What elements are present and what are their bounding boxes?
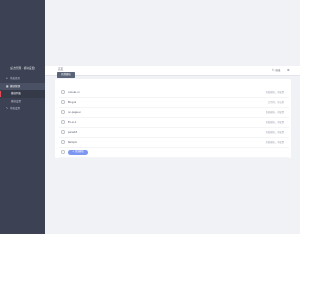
gear-icon[interactable]: ⚙ [287, 66, 290, 74]
sidebar-item-label: 模块设置 [11, 99, 22, 103]
logout-label: 退出 [275, 69, 281, 72]
module-name: Bing.ai [68, 101, 77, 104]
module-status: 系统模块，可配置 [265, 131, 284, 134]
radio-button[interactable] [61, 140, 65, 144]
sidebar-item-label: 模块列表 [11, 92, 22, 95]
radio-button[interactable] [61, 110, 65, 114]
sidebar-item-label: 模块管理 [10, 84, 21, 88]
list-item[interactable]: Ex-ui-1 系统模块，可配置 [59, 118, 289, 128]
module-name: canvas ui [68, 91, 80, 94]
home-icon: ⌂ [6, 77, 8, 80]
logout-link[interactable]: ⎋退出 [272, 66, 280, 75]
sidebar-item-module-list[interactable]: 模块列表 [0, 90, 45, 98]
module-status: 系统模块，可配置 [265, 141, 284, 144]
module-name: panelUI [68, 131, 78, 134]
list-item[interactable]: on-page-ui 系统模块，可配置 [59, 108, 289, 118]
sidebar-item-module-settings[interactable]: 模块设置 [0, 98, 45, 106]
module-status: 系统模块，可配置 [265, 91, 284, 94]
list-item[interactable]: canvas ui 系统模块，可配置 [59, 88, 289, 98]
radio-button[interactable] [61, 130, 65, 134]
module-status: 系统模块，可配置 [265, 111, 284, 114]
list-item[interactable]: panelUI 系统模块，可配置 [59, 128, 289, 138]
app-brand: [后台管理 · 模块设置] [9, 67, 36, 70]
module-list-card: 新增模块 canvas ui 系统模块，可配置 Bing.ai 已禁用，可启用 … [55, 72, 291, 158]
module-name: Ex-ui-1 [68, 121, 77, 124]
main-content: 首页 ⎋退出 ⚙ 新增模块 canvas ui 系统模块，可配置 Bing.ai… [45, 0, 300, 234]
sidebar-nav: ⌂ 系统首页 ▦ 模块管理 模块列表 模块设置 ✎ 系统设置 [0, 75, 45, 113]
radio-button[interactable] [61, 90, 65, 94]
app-window: [后台管理 · 模块设置] ⌂ 系统首页 ▦ 模块管理 模块列表 模块设置 ✎ … [0, 0, 300, 234]
sidebar-item-label: 系统首页 [10, 77, 21, 80]
module-name: Rempix [68, 141, 77, 144]
sidebar-item-label: 系统设置 [10, 107, 21, 110]
sidebar: [后台管理 · 模块设置] ⌂ 系统首页 ▦ 模块管理 模块列表 模块设置 ✎ … [0, 0, 45, 234]
sidebar-item-home[interactable]: ⌂ 系统首页 [0, 75, 45, 83]
grid-icon: ▦ [6, 84, 9, 88]
list-item-add: + 添加模块 [59, 148, 289, 158]
add-module-button[interactable]: 新增模块 [57, 72, 75, 78]
module-status: 系统模块，可配置 [265, 121, 284, 124]
add-row-button[interactable]: + 添加模块 [68, 150, 88, 155]
module-status: 已禁用，可启用 [267, 101, 284, 104]
list-item[interactable]: Bing.ai 已禁用，可启用 [59, 98, 289, 108]
radio-button[interactable] [61, 100, 65, 104]
module-list: canvas ui 系统模块，可配置 Bing.ai 已禁用，可启用 on-pa… [59, 88, 289, 158]
list-item[interactable]: Rempix 系统模块，可配置 [59, 138, 289, 148]
sidebar-item-modules[interactable]: ▦ 模块管理 [0, 82, 45, 90]
sidebar-item-system-settings[interactable]: ✎ 系统设置 [0, 105, 45, 113]
radio-button[interactable] [61, 150, 65, 154]
top-bar: 首页 ⎋退出 ⚙ [45, 66, 300, 76]
wrench-icon: ✎ [6, 107, 9, 110]
module-name: on-page-ui [68, 111, 81, 114]
radio-button[interactable] [61, 120, 65, 124]
